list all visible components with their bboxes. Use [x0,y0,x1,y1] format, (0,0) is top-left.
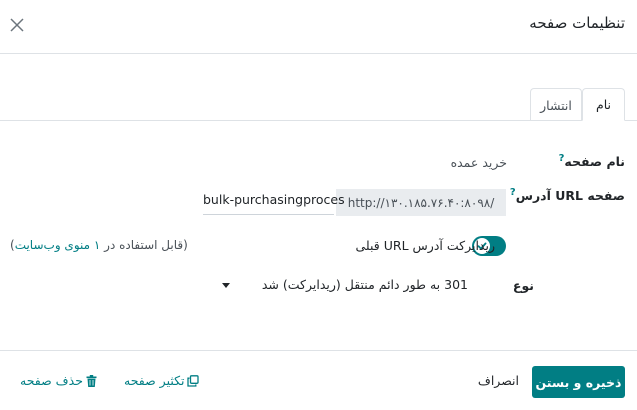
close-button[interactable] [6,14,28,36]
url-slug-input[interactable]: bulk-purchasingproces [203,192,345,207]
delete-label: حذف صفحه [20,373,83,388]
header-divider [0,53,637,54]
duplicate-label: تکثیر صفحه [124,373,185,388]
dialog-title: تنظیمات صفحه [529,14,625,32]
tab-name[interactable]: نام [582,88,625,121]
trash-icon [86,374,97,387]
redirect-toggle-label: ریدایرکت آدرس URL قبلی [355,238,495,253]
discard-button[interactable]: انصراف [478,373,519,388]
page-url-label: ?آدرس URL صفحه [509,187,625,204]
footer-divider [0,350,637,351]
close-icon [10,18,24,32]
url-input-underline [203,214,334,215]
page-name-field[interactable]: خرید عمده [451,155,507,170]
caret-down-icon [222,283,230,288]
redirect-type-value: 301 به طور دائم منتقل (ریدایرکت) شد [261,277,468,292]
tab-label: نام [595,97,612,112]
copy-icon [186,374,199,387]
redirect-type-select[interactable]: 301 به طور دائم منتقل (ریدایرکت) شد [218,272,468,298]
tab-label: انتشار [540,97,572,113]
website-menu-link[interactable]: ۱ منوی وب‌سایت [15,238,101,252]
delete-page-button[interactable]: حذف صفحه [20,373,97,388]
save-and-close-button[interactable]: ذخیره و بستن [532,366,625,398]
tab-publish[interactable]: انتشار [530,88,582,121]
duplicate-page-button[interactable]: تکثیر صفحه [124,373,199,388]
menu-usage-note: (قابل استفاده در ۱ منوی وب‌سایت) [10,238,188,252]
redirect-type-label: نوع [512,278,534,293]
url-prefix: http://۱۳۰.۱۸۵.۷۶.۴۰:۸۰۹۸/ [336,189,506,216]
page-name-label: ?نام صفحه [558,153,625,170]
